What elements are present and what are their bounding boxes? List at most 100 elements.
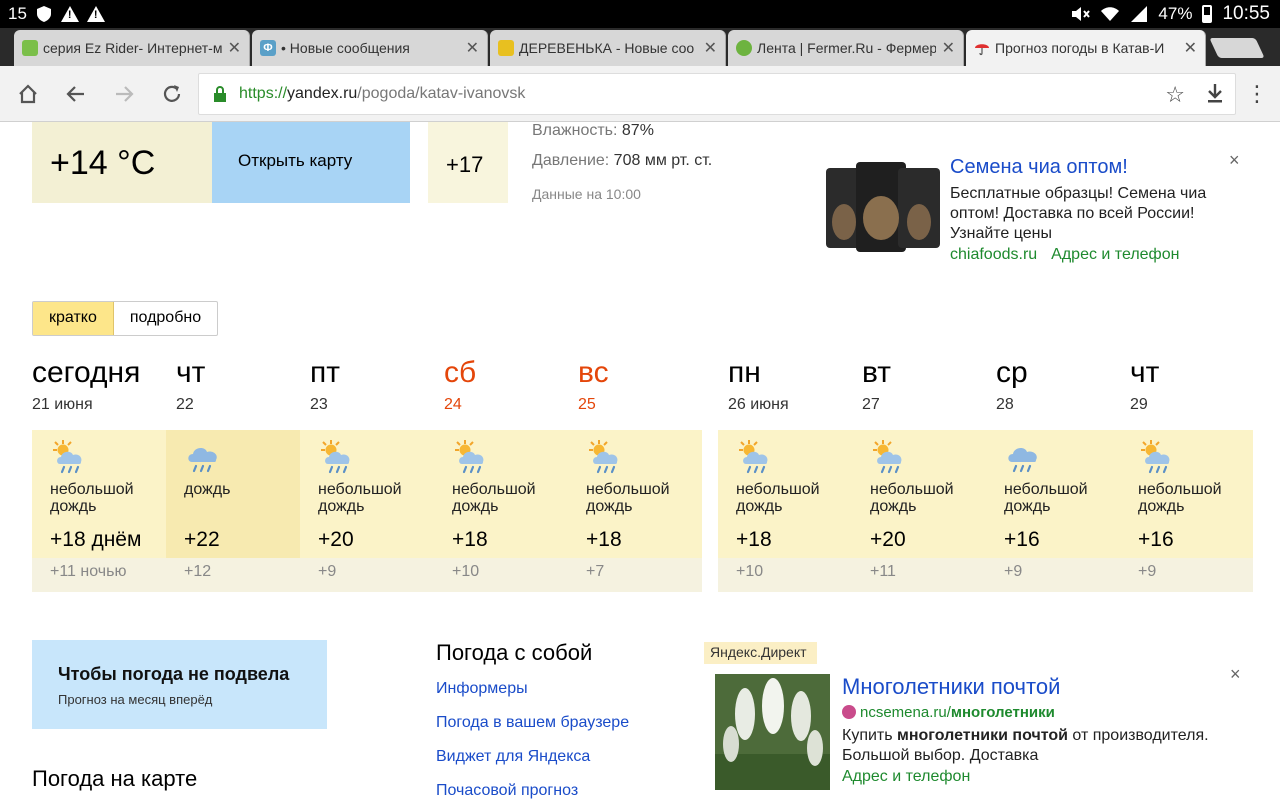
- forecast-day-cell[interactable]: небольшой дождь +18 +10: [434, 430, 568, 592]
- day-header-weekend: сб 24: [444, 356, 477, 413]
- day-temp: +16: [1004, 528, 1040, 551]
- day-header: пн 26 июня: [728, 356, 789, 413]
- close-tab-icon[interactable]: ✕: [1184, 38, 1197, 58]
- new-tab-button[interactable]: [1209, 38, 1265, 58]
- chia-ad[interactable]: Семена чиа оптом! Бесплатные образцы! Се…: [826, 154, 1256, 284]
- close-tab-icon[interactable]: ✕: [704, 38, 717, 58]
- ad-site-link[interactable]: ncsemena.ru/многолетники: [842, 704, 1055, 721]
- bookmark-star-icon[interactable]: ☆: [1165, 82, 1185, 108]
- tab-favicon: Ф: [260, 40, 276, 56]
- forecast-day-cell[interactable]: небольшой дождь +16 +9: [1120, 430, 1253, 592]
- weather-condition: небольшой дождь: [318, 481, 402, 515]
- day-temp: +20: [870, 528, 906, 551]
- shield-icon: [36, 6, 51, 22]
- forecast-day-cell[interactable]: небольшой дождь +16 +9: [986, 430, 1120, 592]
- forward-button[interactable]: [110, 80, 138, 108]
- night-temp: +11 ночью: [50, 563, 127, 580]
- sun-cloud-rain-icon: [452, 438, 490, 476]
- reload-icon: [163, 85, 181, 102]
- umbrella-icon: [974, 40, 990, 56]
- home-button[interactable]: [14, 80, 42, 108]
- tab-title: серия Ez Rider- Интернет-м: [43, 40, 222, 56]
- browser-tab[interactable]: ДЕРЕВЕНЬКА - Новые соо ✕: [490, 30, 726, 66]
- browser-tab[interactable]: Лента | Fermer.Ru - Фермер ✕: [728, 30, 964, 66]
- night-temp: +10: [452, 563, 480, 580]
- tab-favicon: [22, 40, 38, 56]
- address-bar[interactable]: https://yandex.ru/pogoda/katav-ivanovsk …: [198, 73, 1236, 115]
- day-temp: +16: [1138, 528, 1174, 551]
- days-header: сегодня 21 июня чт 22 пт 23 сб 24 вс 25 пн 26 …: [0, 356, 1280, 416]
- browser-tab[interactable]: Ф • Новые сообщения ✕: [252, 30, 488, 66]
- brief-view-button[interactable]: кратко: [33, 302, 114, 335]
- weather-condition: небольшой дождь: [50, 481, 134, 515]
- download-icon[interactable]: [1205, 82, 1225, 110]
- weather-links: Погода с собой Информеры Погода в вашем …: [436, 640, 629, 800]
- forecast-week-2: небольшой дождь +18 +10 небольшой дождь +20 +…: [718, 430, 1253, 592]
- link-hourly-forecast[interactable]: Почасовой прогноз: [436, 782, 629, 800]
- day-header: сегодня 21 июня: [32, 356, 141, 413]
- overflow-menu-icon[interactable]: ⋮: [1246, 80, 1268, 108]
- weather-condition: небольшой дождь: [736, 481, 820, 515]
- ad-contact-link[interactable]: Адрес и телефон: [842, 768, 970, 786]
- cloud-rain-icon: [184, 438, 222, 476]
- forecast-day-cell[interactable]: небольшой дождь +18 +7: [568, 430, 702, 592]
- forecast-day-cell[interactable]: небольшой дождь +20 +11: [852, 430, 986, 592]
- day-temp: +22: [184, 528, 220, 551]
- link-browser-weather[interactable]: Погода в вашем браузере: [436, 714, 629, 734]
- browser-tab-active[interactable]: Прогноз погоды в Катав-И ✕: [966, 30, 1206, 66]
- forecast-day-cell[interactable]: дождь +22 +12: [166, 430, 300, 592]
- night-temp: +9: [1004, 563, 1023, 580]
- close-tab-icon[interactable]: ✕: [228, 38, 241, 58]
- night-temp: +10: [736, 563, 764, 580]
- back-button[interactable]: [62, 80, 90, 108]
- ad-headline[interactable]: Семена чиа оптом!: [950, 156, 1128, 179]
- browser-tab[interactable]: серия Ez Rider- Интернет-м ✕: [14, 30, 250, 66]
- forecast-day-cell[interactable]: небольшой дождь +18 днём +11 ночью: [32, 430, 166, 592]
- reload-button[interactable]: [158, 80, 186, 108]
- tab-favicon: [498, 40, 514, 56]
- promo-title: Чтобы погода не подвела: [58, 664, 290, 684]
- weather-condition: небольшой дождь: [1004, 481, 1088, 515]
- night-temp: +11: [870, 563, 896, 580]
- forecast-day-cell[interactable]: небольшой дождь +20 +9: [300, 430, 434, 592]
- tab-title: Лента | Fermer.Ru - Фермер: [757, 40, 936, 56]
- sun-cloud-rain-icon: [1138, 438, 1176, 476]
- ad-body: Бесплатные образцы! Семена чиа оптом! До…: [950, 185, 1207, 242]
- cloud-rain-icon: [1004, 438, 1042, 476]
- close-ad-icon[interactable]: ×: [1229, 150, 1240, 171]
- chia-bags-image: [826, 162, 940, 252]
- humidity-label: Влажность:: [532, 122, 618, 139]
- clock: 10:55: [1222, 3, 1270, 24]
- sun-cloud-rain-icon: [50, 438, 88, 476]
- battery-icon: [1202, 5, 1213, 23]
- forecast-day-cell[interactable]: небольшой дождь +18 +10: [718, 430, 852, 592]
- day-header: чт 22: [176, 356, 206, 413]
- ad-headline[interactable]: Многолетники почтой: [842, 674, 1060, 700]
- status-number: 15: [8, 4, 27, 23]
- site-favicon-icon: [842, 705, 856, 719]
- sun-cloud-rain-icon: [870, 438, 908, 476]
- wifi-icon: [1101, 7, 1120, 21]
- yandex-direct-label: Яндекс.Директ: [704, 642, 817, 664]
- signal-icon: [1131, 6, 1148, 22]
- sun-cloud-rain-icon: [318, 438, 356, 476]
- link-informers[interactable]: Информеры: [436, 680, 629, 700]
- ad-site-link[interactable]: chiafoods.ru: [950, 246, 1037, 263]
- close-ad-icon[interactable]: ×: [1230, 664, 1241, 685]
- detailed-view-button[interactable]: подробно: [114, 302, 217, 335]
- weather-condition: небольшой дождь: [586, 481, 670, 515]
- promo-subtitle: Прогноз на месяц вперёд: [58, 692, 213, 707]
- ad-contact-link[interactable]: Адрес и телефон: [1051, 246, 1179, 263]
- open-map-button[interactable]: Открыть карту: [212, 122, 410, 203]
- warning-icon-2: !: [86, 6, 105, 22]
- monthly-forecast-promo[interactable]: Чтобы погода не подвела Прогноз на месяц…: [32, 640, 327, 729]
- humidity-value: 87%: [621, 122, 654, 139]
- pressure-label: Давление:: [532, 152, 610, 169]
- link-yandex-widget[interactable]: Виджет для Яндекса: [436, 748, 629, 768]
- next-hour-temp: +17: [446, 152, 484, 177]
- close-tab-icon[interactable]: ✕: [942, 38, 955, 58]
- tab-title: • Новые сообщения: [281, 40, 410, 56]
- day-temp: +18: [586, 528, 622, 551]
- url-text[interactable]: https://yandex.ru/pogoda/katav-ivanovsk: [239, 85, 525, 103]
- close-tab-icon[interactable]: ✕: [466, 38, 479, 58]
